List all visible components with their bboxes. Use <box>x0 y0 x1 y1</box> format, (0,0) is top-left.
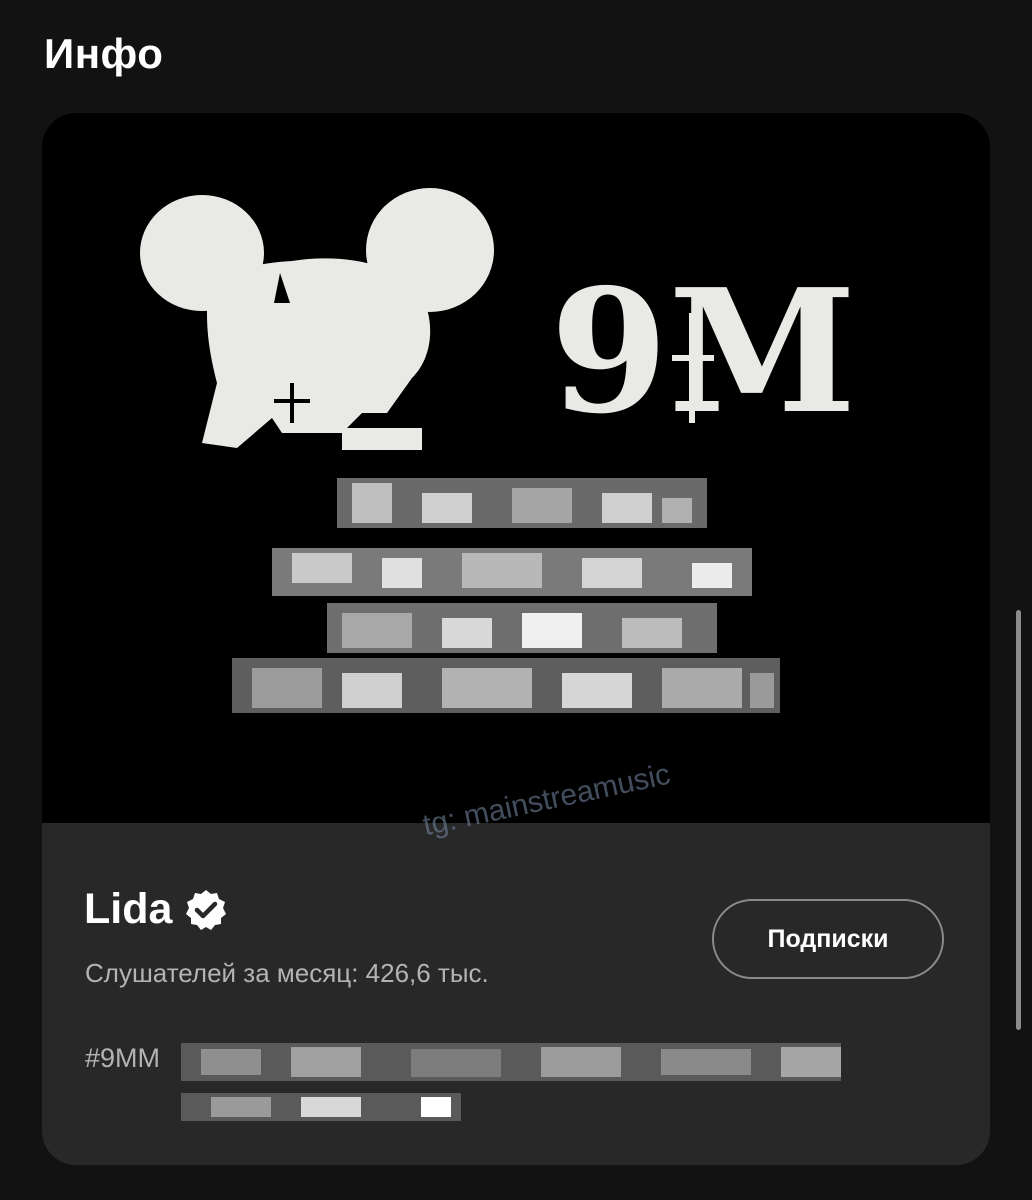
artist-name: Lida <box>84 885 173 933</box>
artist-info-card[interactable]: 9M Lida Слушателей за месяц: 426,6 тыс. … <box>42 113 990 1165</box>
verified-badge-icon <box>184 888 228 932</box>
cover-artwork: 9M <box>140 188 856 713</box>
cover-logo-text: 9M <box>550 252 856 452</box>
bio-text: #9MM <box>85 1043 161 1073</box>
follow-button[interactable]: Подписки <box>712 899 944 979</box>
bio-pixelated-text <box>181 1043 841 1121</box>
monthly-listeners: Слушателей за месяц: 426,6 тыс. <box>85 958 489 988</box>
artist-info-panel: Lida Слушателей за месяц: 426,6 тыс. Под… <box>42 823 990 1165</box>
artist-name-row: Lida <box>84 885 228 934</box>
pixelated-text <box>232 478 780 713</box>
artist-cover-image: 9M <box>42 113 990 823</box>
artist-bio[interactable]: #9MM <box>85 1043 841 1121</box>
scrollbar[interactable] <box>1016 610 1021 1030</box>
section-title: Инфо <box>44 30 164 77</box>
artist-info-screen: Инфо 9M Lida Слушателей за месяц: 426,6 … <box>0 0 1032 1200</box>
